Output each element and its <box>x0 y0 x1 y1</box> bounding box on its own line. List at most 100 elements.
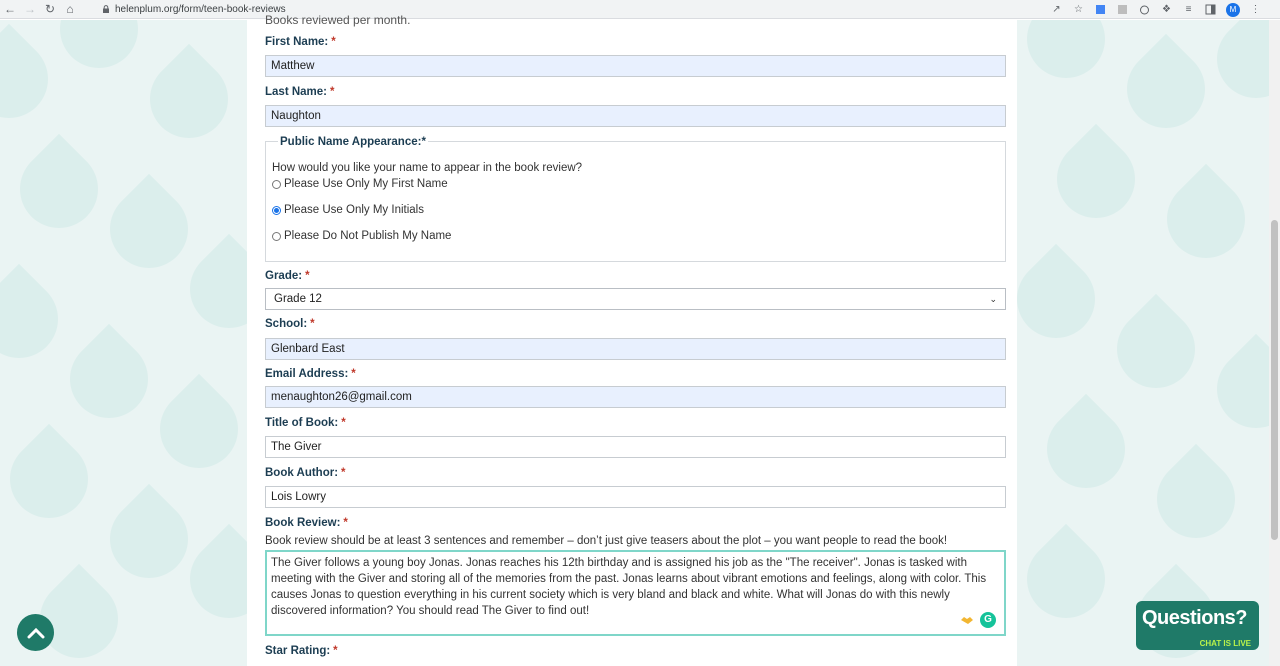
first-name-label-text: First Name: <box>265 36 329 48</box>
book-review-text: The Giver follows a young boy Jonas. Jon… <box>271 557 987 617</box>
book-review-label: Book Review: * <box>265 517 348 529</box>
profile-avatar[interactable]: M <box>1226 2 1240 17</box>
radio-circle-selected[interactable] <box>272 205 281 215</box>
star-rating-label: Star Rating: * <box>265 645 338 657</box>
drop-shape <box>93 173 205 285</box>
grade-selected-value: Grade 12 <box>274 293 322 305</box>
radio-label: Please Use Only My First Name <box>284 178 448 190</box>
required-mark: * <box>305 270 310 282</box>
email-label-text: Email Address: <box>265 368 349 380</box>
required-mark: * <box>330 86 335 98</box>
school-label-text: School: <box>265 318 308 330</box>
radio-first-name-only[interactable]: Please Use Only My First Name <box>272 178 448 190</box>
book-title-label-text: Title of Book: <box>265 417 339 429</box>
chat-widget-subtitle: CHAT IS LIVE <box>1199 639 1251 648</box>
radio-initials-only[interactable]: Please Use Only My Initials <box>272 204 424 216</box>
required-mark: * <box>343 517 348 529</box>
scrollbar-thumb[interactable] <box>1271 220 1278 540</box>
last-name-label: Last Name: * <box>265 86 334 98</box>
book-title-input[interactable]: The Giver <box>265 436 1006 458</box>
drop-shape <box>173 233 247 345</box>
scroll-to-top-button[interactable] <box>17 614 54 651</box>
grade-select[interactable]: Grade 12 ⌄ <box>265 288 1006 310</box>
drop-shape <box>1200 333 1269 445</box>
last-name-label-text: Last Name: <box>265 86 327 98</box>
public-name-fieldset: Public Name Appearance:* How would you l… <box>265 136 1006 262</box>
page-scrollbar[interactable] <box>1269 20 1280 666</box>
required-mark: * <box>421 136 426 148</box>
url-text: helenplum.org/form/teen-book-reviews <box>115 3 286 15</box>
drop-shape <box>1040 123 1152 235</box>
side-panel-icon[interactable] <box>1204 3 1217 16</box>
radio-label: Please Do Not Publish My Name <box>284 230 452 242</box>
lock-icon <box>102 5 110 13</box>
drop-shape <box>1017 20 1122 95</box>
drop-shape <box>0 23 65 135</box>
last-name-input[interactable]: Naughton <box>265 105 1006 127</box>
required-mark: * <box>310 318 315 330</box>
notion-icon[interactable] <box>1116 3 1129 16</box>
chevron-up-icon <box>27 627 44 638</box>
book-review-label-text: Book Review: <box>265 517 341 529</box>
menu-kebab-icon[interactable]: ⋮ <box>1249 3 1262 16</box>
book-author-label: Book Author: * <box>265 467 346 479</box>
reddit-icon[interactable] <box>1138 3 1151 16</box>
email-input[interactable]: menaughton26@gmail.com <box>265 386 1006 408</box>
clipped-helper-text: Books reviewed per month. <box>265 13 411 27</box>
first-name-input[interactable]: Matthew <box>265 55 1006 77</box>
radio-circle[interactable] <box>272 231 281 241</box>
public-name-question: How would you like your name to appear i… <box>272 162 583 174</box>
drop-shape <box>3 133 115 245</box>
drop-shape <box>1200 20 1269 115</box>
share-icon[interactable]: ↗ <box>1050 3 1063 16</box>
book-review-form: Books reviewed per month. First Name: * M… <box>247 13 1017 666</box>
book-title-label: Title of Book: * <box>265 417 346 429</box>
drop-shape <box>43 20 155 85</box>
drop-shape <box>1150 163 1262 275</box>
google-docs-icon[interactable] <box>1094 3 1107 16</box>
grammarly-icon[interactable]: G <box>980 612 996 628</box>
required-mark: * <box>341 467 346 479</box>
book-review-help-text: Book review should be at least 3 sentenc… <box>265 535 948 547</box>
public-name-legend: Public Name Appearance:* <box>278 136 428 148</box>
reading-list-icon[interactable]: ≡ <box>1182 3 1195 16</box>
background-pattern-left <box>0 20 247 666</box>
chevron-down-icon: ⌄ <box>989 293 997 304</box>
background-pattern-right <box>1017 20 1269 666</box>
school-label: School: * <box>265 318 315 330</box>
radio-do-not-publish[interactable]: Please Do Not Publish My Name <box>272 230 451 242</box>
school-input[interactable]: Glenbard East <box>265 338 1006 360</box>
drop-shape <box>143 373 247 485</box>
required-mark: * <box>333 645 338 657</box>
required-mark: * <box>331 36 336 48</box>
live-chat-widget[interactable]: Questions? CHAT IS LIVE <box>1136 601 1259 650</box>
drop-shape <box>1110 33 1222 145</box>
address-bar[interactable]: helenplum.org/form/teen-book-reviews <box>96 1 1106 17</box>
drop-shape <box>1030 393 1142 505</box>
handshake-icon[interactable] <box>960 613 974 627</box>
bookmark-star-icon[interactable]: ☆ <box>1072 3 1085 16</box>
drop-shape <box>1100 293 1212 405</box>
email-label: Email Address: * <box>265 368 356 380</box>
reload-icon[interactable]: ↻ <box>40 0 60 19</box>
radio-label: Please Use Only My Initials <box>284 204 424 216</box>
drop-shape <box>0 423 105 535</box>
book-author-input[interactable]: Lois Lowry <box>265 486 1006 508</box>
puzzle-icon[interactable]: ❖ <box>1160 3 1173 16</box>
drop-shape <box>1140 443 1252 555</box>
star-rating-label-text: Star Rating: <box>265 645 331 657</box>
book-review-textarea[interactable]: The Giver follows a young boy Jonas. Jon… <box>265 550 1006 636</box>
radio-circle[interactable] <box>272 179 281 189</box>
drop-shape <box>1017 523 1122 635</box>
drop-shape <box>0 263 75 375</box>
home-icon[interactable]: ⌂ <box>60 0 80 19</box>
public-name-legend-text: Public Name Appearance: <box>280 136 422 148</box>
drop-shape <box>1017 243 1112 355</box>
first-name-label: First Name: * <box>265 36 336 48</box>
back-icon[interactable]: ← <box>0 0 20 19</box>
required-mark: * <box>341 417 346 429</box>
forward-icon[interactable]: → <box>20 0 40 19</box>
grade-label: Grade: * <box>265 270 310 282</box>
chat-widget-title: Questions? <box>1142 607 1248 629</box>
grade-label-text: Grade: <box>265 270 303 282</box>
